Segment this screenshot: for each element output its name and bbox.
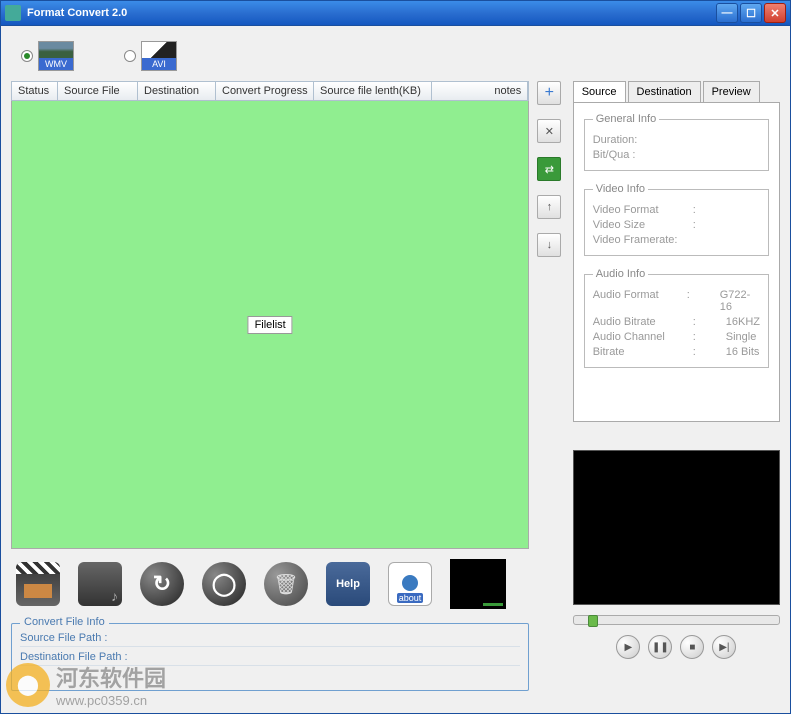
source-path-label: Source File Path :	[20, 632, 520, 647]
aformat-label: Audio Format	[593, 289, 687, 313]
maximize-button[interactable]: ☐	[740, 3, 762, 23]
radio-avi[interactable]	[124, 50, 136, 62]
pause-button[interactable]: ❚❚	[648, 635, 672, 659]
reload-button[interactable]: ↻	[140, 562, 184, 606]
file-list-panel[interactable]: Filelist	[11, 101, 529, 549]
general-info-group: General Info Duration: Bit/Qua :	[584, 113, 769, 171]
abits-label: Bitrate	[593, 346, 693, 358]
preview-panel	[573, 450, 780, 605]
about-button[interactable]: about	[388, 562, 432, 606]
achannel-label: Audio Channel	[593, 331, 693, 343]
minimize-button[interactable]: —	[716, 3, 738, 23]
stop-button[interactable]: ■	[680, 635, 704, 659]
tab-preview[interactable]: Preview	[703, 81, 760, 102]
achannel-value: Single	[726, 331, 757, 343]
window-title: Format Convert 2.0	[27, 7, 716, 19]
format-selector: WMV AVI	[11, 36, 780, 81]
file-table-header: Status Source File Destination Convert P…	[11, 81, 529, 101]
add-file-button[interactable]: +	[537, 81, 561, 105]
convert-info-panel: Convert File Info Source File Path : Des…	[11, 623, 529, 691]
record-button[interactable]: ◯	[202, 562, 246, 606]
abitrate-label: Audio Bitrate	[593, 316, 693, 328]
side-toolbar: + ✕ ⇄ ↑ ↓	[537, 81, 564, 691]
trash-button[interactable]: 🗑	[264, 562, 308, 606]
filelist-tooltip: Filelist	[248, 316, 293, 334]
seek-slider[interactable]	[573, 615, 780, 625]
col-notes[interactable]: notes	[432, 82, 528, 100]
format-avi-option[interactable]: AVI	[124, 41, 177, 71]
seek-thumb[interactable]	[588, 615, 598, 627]
col-length[interactable]: Source file lenth(KB)	[314, 82, 432, 100]
abits-value: 16 Bits	[726, 346, 760, 358]
swap-button[interactable]: ⇄	[537, 157, 561, 181]
help-button[interactable]: Help	[326, 562, 370, 606]
audio-info-group: Audio Info Audio Format:G722-16 Audio Bi…	[584, 268, 769, 368]
next-button[interactable]: ▶|	[712, 635, 736, 659]
col-progress[interactable]: Convert Progress	[216, 82, 314, 100]
move-down-button[interactable]: ↓	[537, 233, 561, 257]
preview-thumb[interactable]	[450, 559, 506, 609]
app-icon	[5, 5, 21, 21]
vformat-label: Video Format	[593, 204, 693, 216]
play-button[interactable]: ▶	[616, 635, 640, 659]
video-info-group: Video Info Video Format: Video Size: Vid…	[584, 183, 769, 256]
format-wmv-option[interactable]: WMV	[21, 41, 74, 71]
remove-file-button[interactable]: ✕	[537, 119, 561, 143]
duration-label: Duration:	[593, 134, 693, 146]
radio-wmv[interactable]	[21, 50, 33, 62]
info-icon	[402, 575, 418, 591]
bottom-toolbar: ↻ ◯ 🗑 Help about	[11, 549, 529, 619]
col-source[interactable]: Source File	[58, 82, 138, 100]
bitqua-label: Bit/Qua :	[593, 149, 693, 161]
close-button[interactable]: ✕	[764, 3, 786, 23]
playlist-button[interactable]	[78, 562, 122, 606]
video-source-button[interactable]	[16, 562, 60, 606]
info-pane: General Info Duration: Bit/Qua : Video I…	[573, 102, 780, 422]
avi-icon: AVI	[141, 41, 177, 71]
aformat-value: G722-16	[720, 289, 760, 313]
vframerate-label: Video Framerate:	[593, 234, 693, 246]
convert-info-legend: Convert File Info	[20, 616, 109, 628]
tab-destination[interactable]: Destination	[628, 81, 701, 102]
abitrate-value: 16KHZ	[726, 316, 760, 328]
move-up-button[interactable]: ↑	[537, 195, 561, 219]
dest-path-label: Destination File Path :	[20, 651, 520, 666]
vsize-label: Video Size	[593, 219, 693, 231]
titlebar: Format Convert 2.0 — ☐ ✕	[0, 0, 791, 26]
wmv-icon: WMV	[38, 41, 74, 71]
col-dest[interactable]: Destination	[138, 82, 216, 100]
media-controls: ▶ ❚❚ ■ ▶|	[573, 635, 780, 659]
tab-source[interactable]: Source	[573, 81, 626, 102]
info-tabs: Source Destination Preview	[573, 81, 780, 102]
col-status[interactable]: Status	[12, 82, 58, 100]
